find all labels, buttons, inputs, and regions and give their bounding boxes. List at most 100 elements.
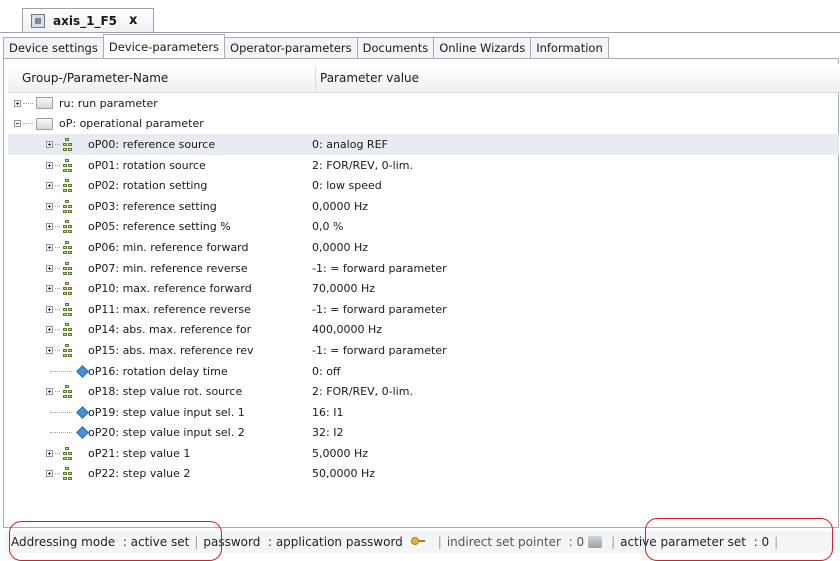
parameter-row[interactable]: oP05: reference setting % 0,0 % [8, 217, 839, 238]
parameter-tree-icon [63, 446, 73, 460]
parameter-leaf-icon [76, 364, 89, 378]
close-icon[interactable]: x [129, 13, 137, 28]
highlight-addressing-mode [9, 521, 222, 561]
expand-icon[interactable] [46, 326, 53, 334]
parameter-name: oP16: rotation delay time [88, 364, 228, 378]
parameter-row[interactable]: oP22: step value 2 50,0000 Hz [8, 464, 839, 485]
expand-icon[interactable] [46, 223, 53, 231]
parameter-rows: oP00: reference source 0: analog REF oP01:… [8, 134, 839, 484]
parameter-value[interactable]: 50,0000 Hz [312, 467, 375, 480]
parameter-value[interactable]: 0: low speed [312, 179, 382, 192]
parameter-value[interactable]: 0,0000 Hz [312, 200, 368, 213]
parameter-value[interactable]: 70,0000 Hz [312, 282, 375, 295]
open-folder-icon [36, 117, 53, 130]
expand-icon[interactable] [46, 182, 53, 190]
parameter-row[interactable]: oP07: min. reference reverse -1: = forwar… [8, 258, 839, 279]
parameter-value[interactable]: 32: I2 [312, 426, 343, 439]
tab-device-settings[interactable]: Device settings [3, 37, 104, 58]
parameter-leaf-icon [76, 426, 89, 440]
parameter-name: oP00: reference source [88, 137, 216, 151]
parameter-row[interactable]: oP20: step value input sel. 2 32: I2 [8, 423, 839, 444]
parameter-value[interactable]: 0: off [312, 365, 341, 378]
tab-information[interactable]: Information [530, 37, 609, 58]
expand-icon[interactable] [14, 99, 21, 107]
parameter-row[interactable]: oP06: min. reference forward 0,0000 Hz [8, 237, 839, 258]
parameter-tree-icon [63, 179, 73, 193]
expand-icon[interactable] [46, 285, 53, 293]
parameter-name: oP10: max. reference forward [88, 282, 252, 296]
parameter-name: oP19: step value input sel. 1 [88, 405, 245, 419]
group-row-op[interactable]: oP: operational parameter [8, 114, 839, 135]
parameter-name: oP14: abs. max. reference for [88, 323, 252, 337]
parameter-row[interactable]: oP14: abs. max. reference for 400,0000 Hz [8, 320, 839, 341]
parameter-row[interactable]: oP03: reference setting 0,0000 Hz [8, 196, 839, 217]
status-separator: | [437, 535, 442, 549]
parameter-name: oP15: abs. max. reference rev [88, 343, 254, 357]
collapse-icon[interactable] [14, 120, 21, 128]
parameter-row[interactable]: oP21: step value 1 5,0000 Hz [8, 443, 839, 464]
tree-connector [55, 391, 60, 393]
tab-online-wizards[interactable]: Online Wizards [433, 37, 532, 58]
parameter-value[interactable]: 16: I1 [312, 406, 343, 419]
parameter-value[interactable]: -1: = forward parameter [312, 303, 447, 316]
expand-icon[interactable] [46, 388, 53, 396]
device-icon [31, 13, 45, 28]
parameter-value[interactable]: 0,0000 Hz [312, 241, 368, 254]
parameter-name: oP22: step value 2 [88, 467, 191, 481]
expand-icon[interactable] [46, 243, 53, 251]
parameter-value[interactable]: 0: analog REF [312, 138, 388, 151]
password-status: password : application password [203, 535, 403, 549]
parameter-value[interactable]: 5,0000 Hz [312, 447, 368, 460]
parameter-row[interactable]: oP01: rotation source 2: FOR/REV, 0-lim. [8, 155, 839, 176]
parameter-tree-icon [63, 302, 73, 316]
tab-device-parameters[interactable]: Device-parameters [102, 34, 226, 58]
tree-connector [55, 349, 60, 351]
parameter-tree-icon [63, 137, 73, 151]
expand-icon[interactable] [46, 449, 53, 457]
parameter-row[interactable]: oP15: abs. max. reference rev -1: = forwa… [8, 340, 839, 361]
parameter-row[interactable]: oP02: rotation setting 0: low speed [8, 175, 839, 196]
parameter-tree-icon [63, 323, 73, 337]
expand-icon[interactable] [46, 140, 53, 148]
expand-icon[interactable] [46, 264, 53, 272]
key-icon[interactable] [410, 537, 425, 547]
expand-icon[interactable] [46, 346, 53, 354]
parameter-row[interactable]: oP18: step value rot. source 2: FOR/REV, … [8, 381, 839, 402]
parameter-value[interactable]: 0,0 % [312, 220, 343, 233]
expand-icon[interactable] [46, 305, 53, 313]
parameter-row[interactable]: oP10: max. reference forward 70,0000 Hz [8, 278, 839, 299]
parameter-tree-icon [63, 467, 73, 481]
parameter-value[interactable]: -1: = forward parameter [312, 262, 447, 275]
parameter-row[interactable]: oP11: max. reference reverse -1: = forwar… [8, 299, 839, 320]
parameter-tree-icon [63, 261, 73, 275]
column-header-name[interactable]: Group-/Parameter-Name [22, 71, 168, 85]
tree-connector [55, 308, 60, 310]
tab-operator-parameters[interactable]: Operator-parameters [224, 37, 358, 58]
expand-icon[interactable] [46, 470, 53, 478]
tree-connector [55, 452, 60, 454]
status-separator: | [611, 535, 616, 549]
parameter-row[interactable]: oP00: reference source 0: analog REF [8, 134, 839, 155]
parameter-name: oP11: max. reference reverse [88, 302, 251, 316]
database-icon [588, 536, 603, 548]
parameter-tree-icon [63, 240, 73, 254]
document-tab-title: axis_1_F5 [53, 13, 117, 28]
column-divider[interactable] [315, 66, 316, 90]
tree-header: Group-/Parameter-Name Parameter value [8, 64, 840, 93]
column-header-value[interactable]: Parameter value [320, 71, 419, 85]
parameter-value[interactable]: -1: = forward parameter [312, 344, 447, 357]
parameter-value[interactable]: 2: FOR/REV, 0-lim. [312, 385, 413, 398]
parameter-row[interactable]: oP19: step value input sel. 1 16: I1 [8, 402, 839, 423]
tree-connector [55, 143, 60, 145]
tab-documents[interactable]: Documents [356, 37, 435, 58]
expand-icon[interactable] [46, 202, 53, 210]
parameter-row[interactable]: oP16: rotation delay time 0: off [8, 361, 839, 382]
indirect-set-pointer: indirect set pointer : 0 [446, 535, 585, 549]
parameter-name: oP01: rotation source [88, 158, 206, 172]
expand-icon[interactable] [46, 161, 53, 169]
document-tab-axis[interactable]: axis_1_F5 x [22, 8, 154, 32]
group-row-ru[interactable]: ru: run parameter [8, 93, 839, 114]
parameter-value[interactable]: 2: FOR/REV, 0-lim. [312, 159, 413, 172]
parameter-value[interactable]: 400,0000 Hz [312, 323, 382, 336]
parameter-name: oP18: step value rot. source [88, 385, 243, 399]
